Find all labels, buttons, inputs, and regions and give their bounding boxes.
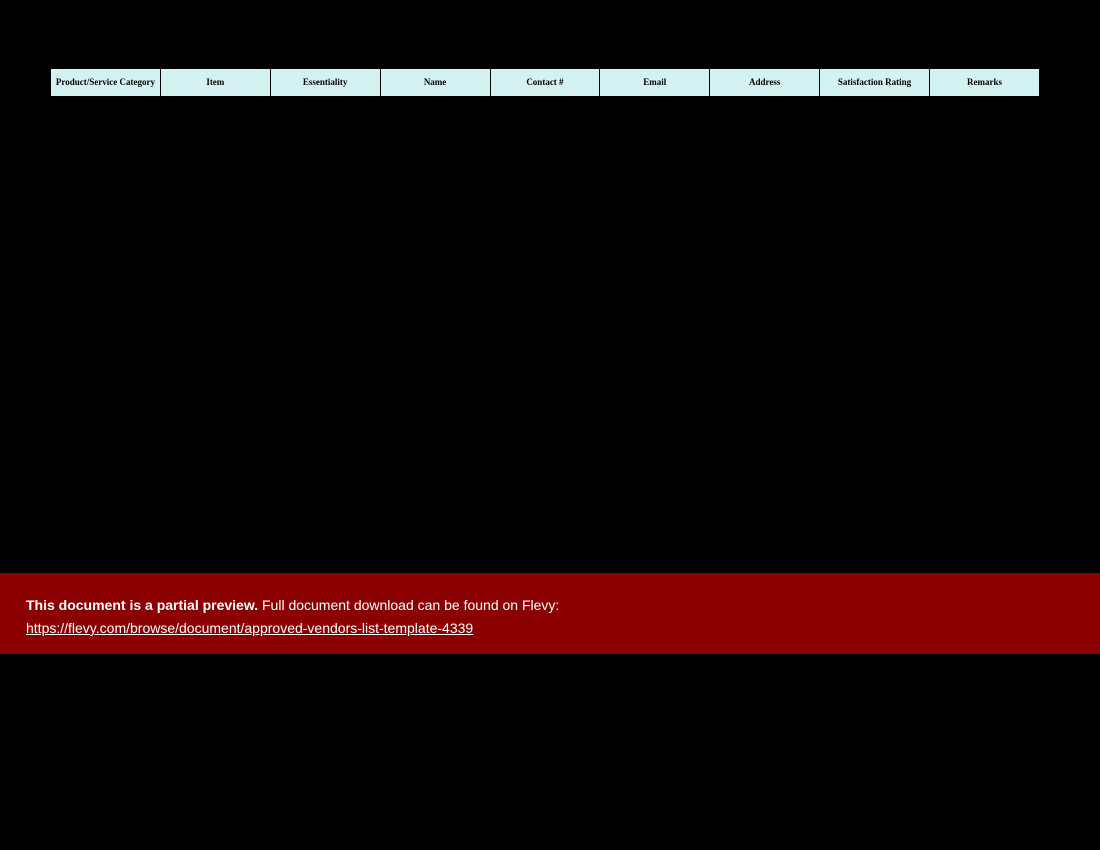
banner-followup-text: Full document download can be found on F… bbox=[258, 597, 559, 613]
table-header-row: Product/Service Category Item Essentiali… bbox=[51, 69, 1040, 97]
vendor-table: Product/Service Category Item Essentiali… bbox=[50, 68, 1040, 97]
col-name: Name bbox=[380, 69, 490, 97]
banner-link[interactable]: https://flevy.com/browse/document/approv… bbox=[26, 618, 473, 639]
col-satisfaction-rating: Satisfaction Rating bbox=[820, 69, 930, 97]
col-essentiality: Essentiality bbox=[270, 69, 380, 97]
preview-banner: This document is a partial preview. Full… bbox=[0, 573, 1100, 654]
col-address: Address bbox=[710, 69, 820, 97]
col-contact: Contact # bbox=[490, 69, 600, 97]
banner-bold-text: This document is a partial preview. bbox=[26, 597, 258, 613]
col-item: Item bbox=[160, 69, 270, 97]
banner-line-1: This document is a partial preview. Full… bbox=[26, 595, 1074, 616]
col-remarks: Remarks bbox=[930, 69, 1040, 97]
col-product-service-category: Product/Service Category bbox=[51, 69, 161, 97]
col-email: Email bbox=[600, 69, 710, 97]
table-header-preview: Product/Service Category Item Essentiali… bbox=[50, 68, 1040, 97]
